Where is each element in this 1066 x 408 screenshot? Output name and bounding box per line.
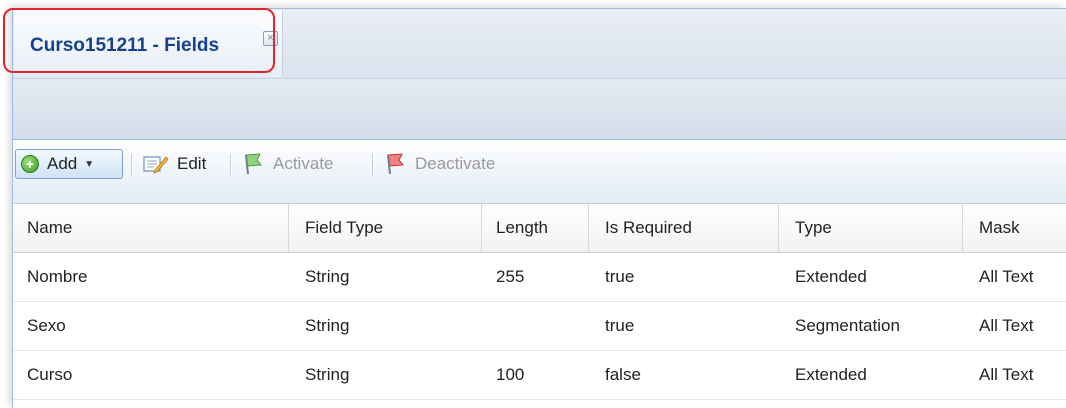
cell-length: 255 <box>496 267 525 286</box>
activate-label: Activate <box>273 154 334 173</box>
toolbar-separator <box>372 154 374 176</box>
cell-field-type: String <box>305 316 350 335</box>
cell-field-type: String <box>305 365 350 384</box>
plus-icon: + <box>21 155 39 173</box>
tab-strip: Curso151211 - Fields × <box>13 9 1066 79</box>
cell-name: Sexo <box>27 316 66 335</box>
cell-type: Extended <box>795 267 867 286</box>
chevron-down-icon[interactable]: ▼ <box>84 159 94 170</box>
column-header-name[interactable]: Name <box>13 204 289 252</box>
cell-field-type: String <box>305 267 350 286</box>
add-label: Add <box>47 154 78 173</box>
cell-type: Segmentation <box>795 316 900 335</box>
cell-mask: All Text <box>979 316 1034 335</box>
column-header-type[interactable]: Type <box>779 204 963 252</box>
column-header-field-type[interactable]: Field Type <box>289 204 482 252</box>
table-row[interactable]: Nombre String 255 true Extended All Text <box>13 253 1066 302</box>
column-header-is-required[interactable]: Is Required <box>589 204 779 252</box>
table-row[interactable]: Curso String 100 false Extended All Text <box>13 351 1066 400</box>
close-icon[interactable]: × <box>263 31 278 46</box>
cell-is-required: true <box>605 267 635 286</box>
column-header-length[interactable]: Length <box>482 204 589 252</box>
tab-title: Curso151211 - Fields <box>30 35 220 56</box>
table-row[interactable]: Sexo String true Segmentation All Text <box>13 302 1066 351</box>
cell-mask: All Text <box>979 267 1034 286</box>
tab-fields[interactable]: Curso151211 - Fields × <box>14 10 283 77</box>
toolbar: + Add ▼ Edit Activate Deactivate <box>13 140 1066 204</box>
cell-name: Nombre <box>27 267 88 286</box>
activate-button[interactable]: Activate <box>243 149 333 179</box>
fields-grid: Name Field Type Length Is Required Type … <box>13 204 1066 400</box>
cell-name: Curso <box>27 365 73 384</box>
fields-window: Curso151211 - Fields × + Add ▼ Edit Acti… <box>12 8 1066 408</box>
cell-length <box>482 302 589 350</box>
cell-is-required: true <box>605 316 635 335</box>
deactivate-label: Deactivate <box>415 154 496 173</box>
edit-label: Edit <box>177 154 207 173</box>
deactivate-button[interactable]: Deactivate <box>385 149 495 179</box>
panel-header <box>13 79 1066 140</box>
cell-length: 100 <box>496 365 525 384</box>
red-flag-icon <box>387 153 404 175</box>
cell-mask: All Text <box>979 365 1034 384</box>
green-flag-icon <box>245 153 262 175</box>
toolbar-separator <box>230 154 232 176</box>
toolbar-separator <box>131 154 133 176</box>
add-button[interactable]: + Add ▼ <box>15 149 123 179</box>
column-header-mask[interactable]: Mask <box>963 204 1066 252</box>
cell-is-required: false <box>605 365 641 384</box>
cell-type: Extended <box>795 365 867 384</box>
edit-button[interactable]: Edit <box>143 149 206 179</box>
edit-icon <box>143 156 169 174</box>
grid-header: Name Field Type Length Is Required Type … <box>13 204 1066 253</box>
